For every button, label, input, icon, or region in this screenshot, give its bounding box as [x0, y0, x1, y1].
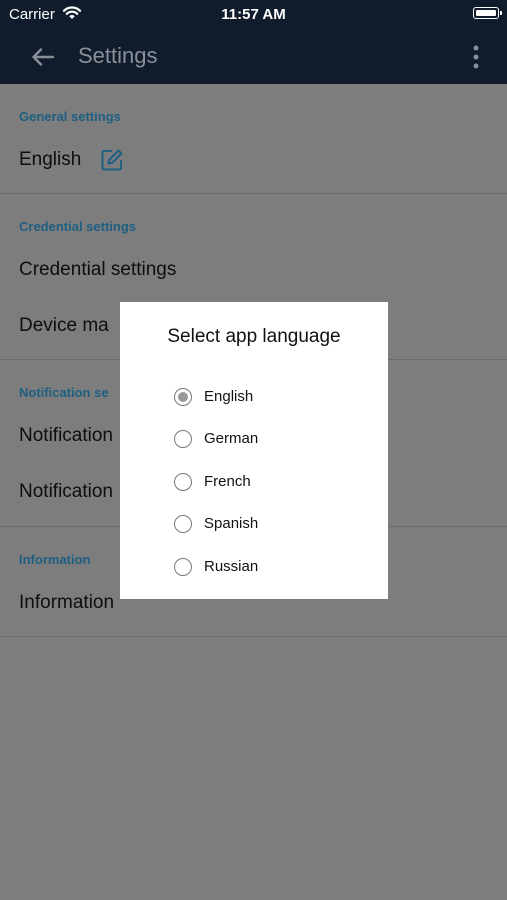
- divider: [0, 193, 507, 194]
- device-management-row[interactable]: Device ma: [19, 315, 109, 337]
- section-header-information: Information: [19, 552, 91, 567]
- language-option-spanish[interactable]: Spanish: [174, 513, 354, 535]
- page-title: Settings: [78, 43, 158, 68]
- divider: [0, 636, 507, 637]
- language-setting-row[interactable]: English: [19, 149, 81, 171]
- section-header-general: General settings: [19, 109, 121, 124]
- radio-icon[interactable]: [174, 473, 192, 491]
- status-bar: Carrier 11:57 AM: [0, 0, 507, 30]
- radio-selected-icon[interactable]: [174, 388, 192, 406]
- section-header-credential: Credential settings: [19, 219, 137, 234]
- information-row[interactable]: Information: [19, 592, 114, 614]
- arrow-left-icon[interactable]: [28, 43, 58, 71]
- language-option-label: Spanish: [204, 515, 259, 532]
- status-time: 11:57 AM: [221, 6, 286, 23]
- radio-icon[interactable]: [174, 430, 192, 448]
- language-option-french[interactable]: French: [174, 471, 354, 493]
- radio-icon[interactable]: [174, 558, 192, 576]
- language-option-russian[interactable]: Russian: [174, 556, 354, 578]
- language-option-label: Russian: [204, 558, 259, 575]
- dialog-title: Select app language: [167, 326, 341, 347]
- language-option-label: German: [204, 430, 259, 447]
- language-option-label: French: [204, 473, 251, 490]
- notification-row-2[interactable]: Notification: [19, 481, 113, 503]
- notification-row-1[interactable]: Notification: [19, 425, 113, 447]
- language-dialog: Select app language English German Frenc…: [120, 302, 388, 599]
- battery-icon: [473, 7, 502, 19]
- app-bar: Settings: [0, 30, 507, 84]
- credential-settings-row[interactable]: Credential settings: [19, 259, 176, 281]
- language-option-english[interactable]: English: [174, 386, 354, 408]
- language-option-german[interactable]: German: [174, 428, 354, 450]
- radio-icon[interactable]: [174, 515, 192, 533]
- more-vertical-icon[interactable]: [466, 42, 486, 72]
- section-header-notification: Notification se: [19, 385, 109, 400]
- language-option-label: English: [204, 388, 254, 405]
- edit-icon[interactable]: [100, 148, 124, 172]
